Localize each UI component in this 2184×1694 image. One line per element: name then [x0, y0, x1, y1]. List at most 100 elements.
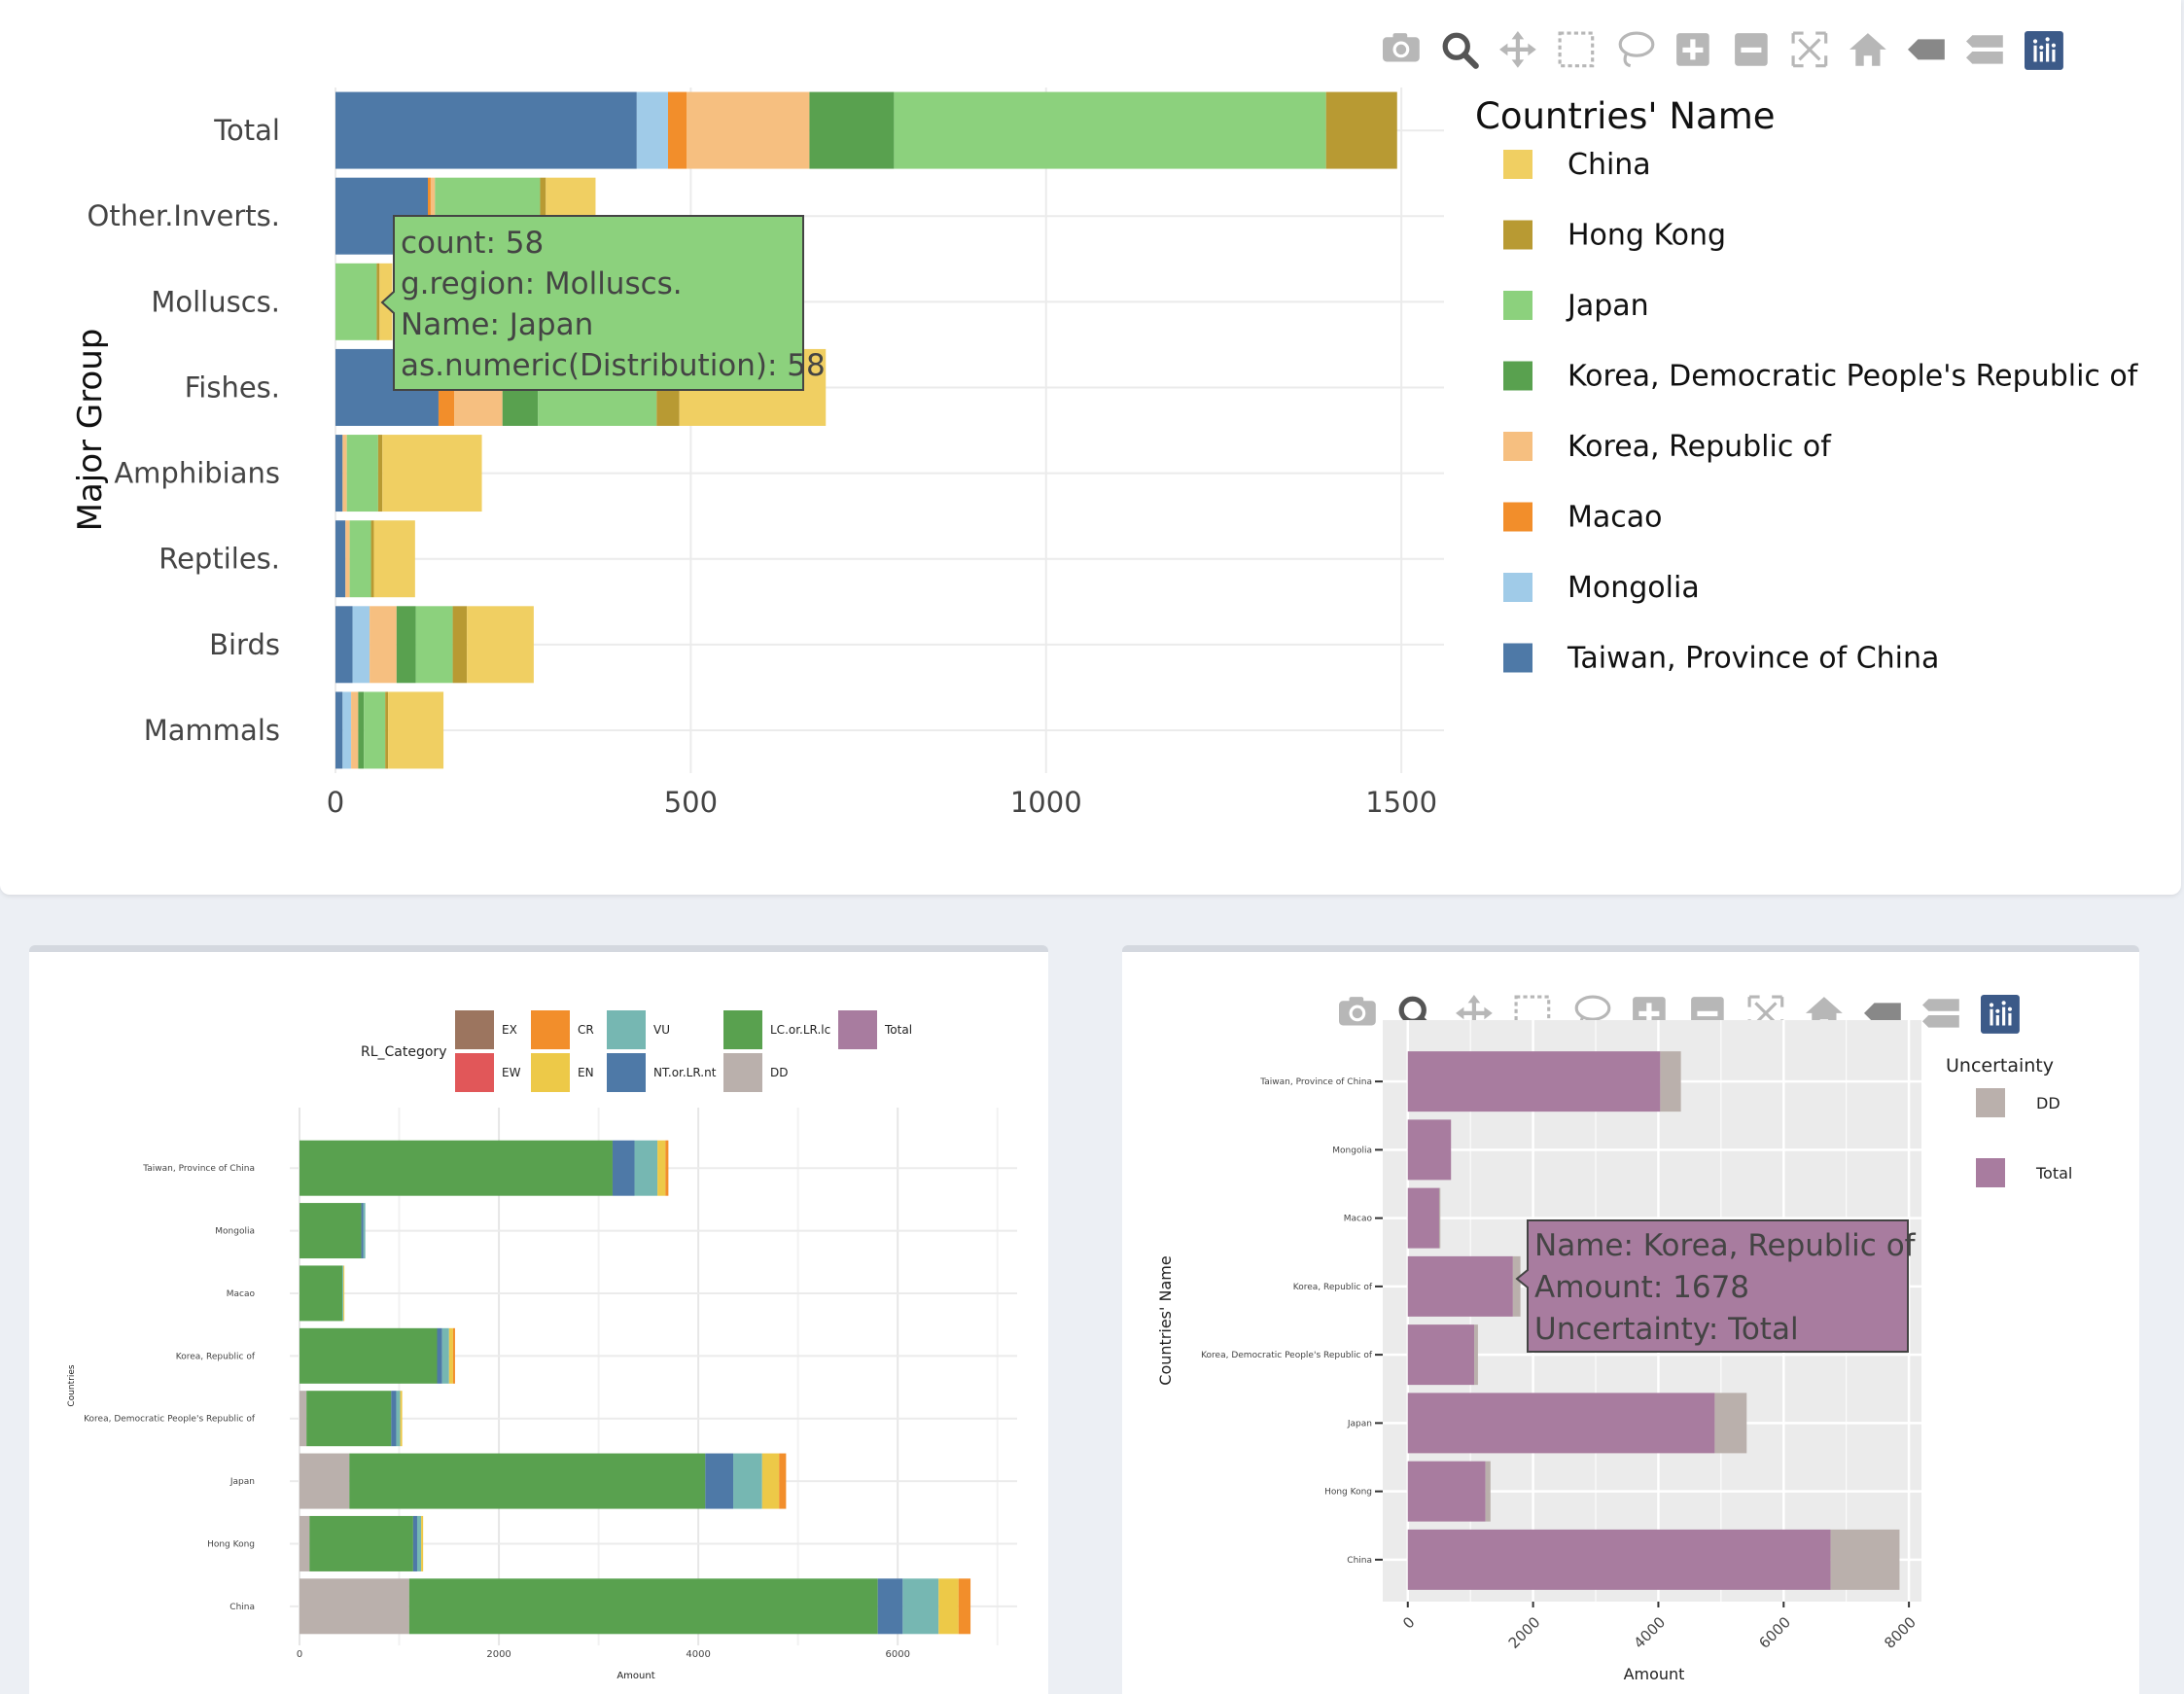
lasso-icon[interactable] — [1618, 31, 1655, 68]
zoom-icon[interactable] — [1442, 32, 1479, 69]
bar-lc-or-lr-lc-japan — [349, 1453, 706, 1509]
bar-vu-mongolia — [363, 1203, 366, 1259]
bar-mongolia-mammals[interactable] — [342, 691, 352, 769]
legend-swatch — [1503, 150, 1532, 179]
bar-hong-kong-mammals[interactable] — [385, 691, 389, 769]
bar-japan-molluscs[interactable] — [335, 263, 377, 340]
legend-item-mongolia[interactable]: Mongolia — [1503, 571, 1700, 605]
plotly-logo-icon[interactable] — [2025, 31, 2063, 70]
bar-macao-total[interactable] — [668, 91, 687, 169]
bar-hong-kong-birds[interactable] — [452, 606, 468, 684]
bar-vu-japan — [733, 1453, 762, 1509]
bar-taiwan-province-of-china-amphibians[interactable] — [335, 435, 343, 512]
bar-korea-republic-of-birds[interactable] — [370, 606, 397, 684]
zoom-in-icon[interactable] — [1676, 33, 1709, 66]
y-tick-label: Japan — [1347, 1419, 1372, 1429]
legend-swatch — [838, 1010, 877, 1049]
bar-total-taiwan-province-of-china[interactable] — [1407, 1051, 1661, 1112]
box-select-icon[interactable] — [1558, 31, 1595, 68]
bar-total-mongolia[interactable] — [1407, 1119, 1452, 1181]
bar-dd-hong-kong[interactable] — [1485, 1461, 1491, 1522]
bar-mongolia-birds[interactable] — [352, 606, 370, 684]
bar-china-mammals[interactable] — [388, 691, 444, 769]
bar-total-korea-democratic-people-s-republic-of[interactable] — [1407, 1324, 1475, 1386]
x-tick-label: 500 — [664, 786, 718, 819]
major-group-stacked-bar-chart[interactable]: 0 500 1000 1500 Total Other.Inverts. Molluscs.… — [0, 0, 2181, 895]
bar-nt-or-lr-nt-china — [877, 1578, 903, 1635]
bar-dd-korea-democratic-people-s-republic-of[interactable] — [1474, 1324, 1478, 1386]
bar-hong-kong-amphibians[interactable] — [377, 435, 383, 512]
bar-total-macao[interactable] — [1407, 1187, 1439, 1249]
plotly-logo-icon[interactable] — [1981, 995, 2020, 1034]
camera-icon[interactable] — [1339, 997, 1376, 1026]
bar-korea-democratic-people-s-republic-of-birds[interactable] — [396, 606, 416, 684]
bar-korea-republic-of-reptiles[interactable] — [345, 520, 350, 598]
y-tick-label: Total — [213, 114, 280, 147]
bar-mongolia-total[interactable] — [636, 91, 668, 169]
bar-korea-democratic-people-s-republic-of-total[interactable] — [809, 91, 895, 169]
legend-swatch — [723, 1010, 762, 1049]
bar-china-reptiles[interactable] — [373, 520, 415, 598]
legend-item-japan[interactable]: Japan — [1503, 289, 1649, 323]
legend-label: LC.or.LR.lc — [770, 1023, 830, 1037]
bar-japan-amphibians[interactable] — [346, 435, 378, 512]
bar-nt-or-lr-nt-taiwan-province-of-china — [612, 1140, 635, 1196]
camera-icon[interactable] — [1383, 33, 1420, 62]
bar-total-korea-republic-of[interactable] — [1407, 1255, 1513, 1317]
legend-item-macao[interactable]: Macao — [1503, 501, 1663, 535]
legend-item-china[interactable]: China — [1503, 148, 1651, 182]
legend-title: Countries' Name — [1475, 95, 1776, 137]
legend-item-korea-democratic-people-s-republic-of[interactable]: Korea, Democratic People's Republic of — [1503, 360, 2139, 394]
bar-hong-kong-reptiles[interactable] — [370, 520, 374, 598]
bar-korea-republic-of-total[interactable] — [687, 91, 810, 169]
bar-taiwan-province-of-china-birds[interactable] — [335, 606, 353, 684]
y-axis-title: Countries' Name — [1156, 1255, 1175, 1385]
legend-item-taiwan-province-of-china[interactable]: Taiwan, Province of China — [1503, 642, 1939, 676]
y-tick-label: Mongolia — [1332, 1146, 1372, 1155]
bar-taiwan-province-of-china-reptiles[interactable] — [335, 520, 346, 598]
hover-compare-icon[interactable] — [1922, 999, 1959, 1028]
legend-title: Uncertainty — [1946, 1055, 2054, 1076]
bar-korea-republic-of-mammals[interactable] — [351, 691, 359, 769]
bar-dd-korea-republic-of[interactable] — [1512, 1255, 1521, 1317]
y-tick-label: Amphibians — [114, 457, 280, 490]
bar-taiwan-province-of-china-mammals[interactable] — [335, 691, 343, 769]
bar-total-china[interactable] — [1407, 1529, 1831, 1590]
bar-dd-japan[interactable] — [1714, 1393, 1747, 1454]
legend-item-dd[interactable]: DD — [1976, 1088, 2061, 1117]
bar-japan-birds[interactable] — [415, 606, 453, 684]
legend-item-hong-kong[interactable]: Hong Kong — [1503, 219, 1726, 253]
bar-total-hong-kong[interactable] — [1407, 1461, 1486, 1522]
legend-swatch — [455, 1010, 494, 1049]
legend-item-korea-republic-of[interactable]: Korea, Republic of — [1503, 430, 1832, 464]
y-axis-title: Major Group — [71, 329, 110, 532]
bar-dd-macao[interactable] — [1438, 1187, 1441, 1249]
bar-taiwan-province-of-china-total[interactable] — [335, 91, 637, 169]
bar-japan-total[interactable] — [894, 91, 1326, 169]
bar-hong-kong-molluscs[interactable] — [376, 263, 380, 340]
bar-korea-republic-of-amphibians[interactable] — [342, 435, 347, 512]
bar-china-birds[interactable] — [467, 606, 534, 684]
uncertainty-stacked-bar-chart[interactable]: 0 2000 4000 6000 8000 Taiwan, Province of Chi… — [1122, 952, 2139, 1694]
bar-dd-taiwan-province-of-china[interactable] — [1660, 1051, 1681, 1112]
rl-category-stacked-bar-chart: 0 2000 4000 6000 Taiwan, Province of China Mo… — [67, 1010, 1017, 1681]
bar-vu-korea-republic-of — [441, 1327, 449, 1384]
hover-closest-icon[interactable] — [1908, 39, 1945, 60]
bar-korea-democratic-people-s-republic-of-mammals[interactable] — [358, 691, 365, 769]
bar-japan-reptiles[interactable] — [349, 520, 371, 598]
hover-compare-icon[interactable] — [1966, 35, 2003, 64]
pan-icon[interactable] — [1499, 31, 1536, 68]
bar-lc-or-lr-lc-china — [408, 1578, 878, 1635]
bar-dd-china[interactable] — [1830, 1529, 1900, 1590]
reset-axes-icon[interactable] — [1849, 33, 1886, 66]
bar-total-japan[interactable] — [1407, 1393, 1715, 1454]
bar-hong-kong-total[interactable] — [1325, 91, 1397, 169]
y-tick-label: Macao — [1344, 1215, 1373, 1224]
bar-china-amphibians[interactable] — [382, 435, 482, 512]
legend-item-total[interactable]: Total — [1976, 1158, 2072, 1187]
tooltip-line: Name: Japan — [401, 307, 593, 342]
zoom-out-icon[interactable] — [1735, 33, 1768, 66]
autoscale-icon[interactable] — [1791, 31, 1828, 68]
bar-en-macao — [343, 1265, 345, 1322]
bar-japan-mammals[interactable] — [364, 691, 386, 769]
